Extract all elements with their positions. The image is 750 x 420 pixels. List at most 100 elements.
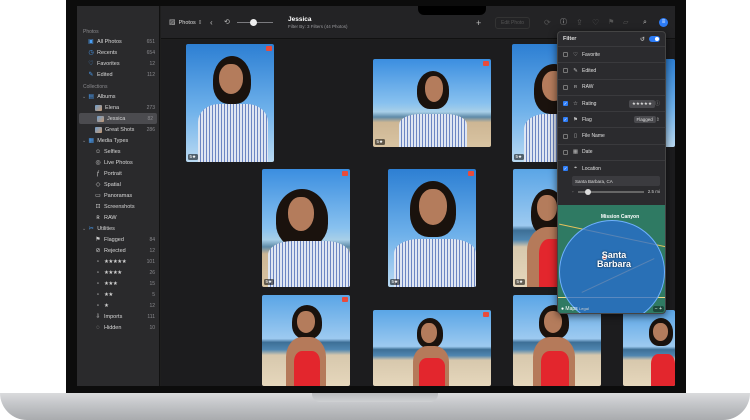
sidebar-item-recents[interactable]: ◷ Recents 654 [77, 47, 159, 58]
legal-link[interactable]: Legal [579, 306, 589, 311]
sidebar-item-rejected[interactable]: ⊘ Rejected 12 [77, 245, 159, 256]
radius-slider-knob[interactable] [584, 188, 591, 195]
sidebar-item-four-stars[interactable]: ▫ ★★★★ 26 [77, 267, 159, 278]
filter-row-label: Flag [582, 116, 592, 123]
sidebar-item-favorites[interactable]: ♡ Favorites 12 [77, 58, 159, 69]
photo-thumbnail[interactable] [262, 295, 350, 386]
sidebar-item-elena[interactable]: Elena 273 [77, 102, 159, 113]
flag-icon: ⚑ [573, 116, 578, 123]
sidebar-item-count: 5 [152, 291, 155, 298]
sidebar-item-three-stars[interactable]: ▫ ★★★ 15 [77, 278, 159, 289]
filter-row-edited[interactable]: ✎ Edited [558, 62, 665, 78]
face-shape [653, 323, 668, 341]
sidebar-item-jessica[interactable]: Jessica 82 [79, 113, 157, 124]
zoom-slider[interactable] [237, 6, 273, 39]
photo-thumbnail[interactable] [373, 310, 491, 386]
sidebar-item-spatial[interactable]: ◇ Spatial [77, 179, 159, 190]
face-shape [537, 195, 557, 221]
sidebar-item-count: 26 [149, 269, 155, 276]
filter-checkbox[interactable] [563, 68, 568, 74]
filter-checkbox[interactable] [563, 84, 568, 90]
edit-photo-button[interactable]: Edit Photo [495, 6, 531, 39]
filter-checkbox[interactable]: ✓ [563, 117, 568, 123]
rating-badge: 5★ [390, 279, 400, 285]
filter-checkbox[interactable]: ✓ [563, 166, 568, 172]
photo-thumbnail[interactable]: 5★ [262, 169, 350, 287]
sidebar-item-live-photos[interactable]: ◎ Live Photos [77, 157, 159, 168]
sidebar-item-screenshots[interactable]: ⊡ Screenshots [77, 201, 159, 212]
sidebar-item-portrait[interactable]: ƒ Portrait [77, 168, 159, 179]
chevron-down-icon: ⌄ [82, 93, 87, 100]
sidebar-item-raw[interactable]: ʀ RAW [77, 212, 159, 223]
filter-row-label: Date [582, 149, 593, 156]
filter-row-label: File Name [582, 133, 605, 140]
sidebar-item-edited[interactable]: ✎ Edited 112 [77, 69, 159, 80]
filter-checkbox[interactable] [563, 52, 568, 58]
library-picker[interactable]: ▨ Photos ⇕ [169, 6, 202, 39]
selfie-icon: ☺ [95, 148, 102, 155]
sidebar-item-count: 84 [149, 236, 155, 243]
filter-row-flag[interactable]: ✓ ⚑ Flag Flagged ⇕ [558, 111, 665, 127]
info-icon[interactable]: ⓘ [655, 100, 660, 107]
face-shape [219, 64, 243, 94]
filter-row-favorite[interactable]: ♡ Favorite [558, 46, 665, 62]
sidebar-item-two-stars[interactable]: ▫ ★★ 5 [77, 289, 159, 300]
photo-thumbnail[interactable]: 5★ [186, 44, 274, 162]
heart-icon: ♡ [592, 17, 600, 27]
edit-icon: ✎ [573, 67, 578, 74]
minus-circle-icon: ◦ [572, 189, 574, 195]
zoom-slider-knob[interactable] [250, 18, 258, 26]
sidebar-item-panoramas[interactable]: ▭ Panoramas [77, 190, 159, 201]
filter-checkbox[interactable]: ✓ [563, 101, 568, 107]
sidebar-item-flagged[interactable]: ⚑ Flagged 84 [77, 234, 159, 245]
filter-checkbox[interactable] [563, 149, 568, 155]
map-zoom-controls[interactable]: − + [652, 306, 664, 312]
sidebar-item-one-star[interactable]: ▫ ★ 12 [77, 300, 159, 311]
sidebar-item-label: Favorites [97, 60, 120, 67]
location-map[interactable]: Mission Canyon Santa Barbara ● Maps Lega… [558, 205, 665, 313]
filter-subtitle: Filter By: 3 Filters (44 Photos) [288, 24, 348, 29]
sidebar-item-count: 101 [146, 258, 155, 265]
sidebar-item-great-shots[interactable]: Great Shots 286 [77, 124, 159, 135]
sidebar-item-count: 12 [149, 60, 155, 67]
sidebar-group-albums[interactable]: ⌄ ▤ Albums [77, 91, 159, 102]
reset-icon[interactable]: ↺ [640, 36, 645, 43]
rotate-button[interactable]: ⟳ [544, 6, 551, 39]
filter-panel-title: Filter [563, 36, 577, 42]
sidebar-item-imports[interactable]: ⇩ Imports 111 [77, 311, 159, 322]
import-icon: ⇩ [95, 313, 101, 320]
filter-checkbox[interactable] [563, 133, 568, 139]
sidebar-group-utilities[interactable]: ⌄ ✂ Utilities [77, 223, 159, 234]
filter-row-raw[interactable]: ʀ RAW [558, 78, 665, 95]
filter-row-file-name[interactable]: ▯ File Name [558, 127, 665, 143]
sidebar-group-media-types[interactable]: ⌄ ▦ Media Types [77, 135, 159, 146]
photo-thumbnail[interactable]: 5★ [388, 169, 476, 287]
filter-row-location[interactable]: ✓ ⌖ Location [558, 160, 665, 176]
rating-badge: 5★ [515, 279, 525, 285]
sidebar-item-hidden[interactable]: ◌ Hidden 10 [77, 322, 159, 333]
filter-toggle[interactable] [649, 36, 660, 42]
maps-label: Maps [565, 306, 578, 312]
sidebar-item-label: ★★★★ [104, 269, 122, 276]
rating-icon: ▫ [96, 280, 100, 287]
rating-icon: ▫ [96, 291, 100, 298]
filter-row-rating[interactable]: ✓ ☆ Rating ★★★★★ ⓘ [558, 94, 665, 111]
face-shape [425, 76, 443, 102]
radius-slider[interactable] [577, 188, 644, 195]
photo-thumbnail[interactable] [623, 310, 675, 386]
filter-icon: ≡ [659, 18, 668, 27]
rotate-icon: ⟳ [544, 17, 551, 27]
back-button[interactable]: ‹ [210, 6, 213, 39]
laptop-opening-notch [312, 393, 438, 402]
location-input[interactable]: Santa Barbara, CA [572, 176, 660, 187]
photo-thumbnail[interactable]: 5★ [373, 59, 491, 147]
flag-dropdown[interactable]: Flagged [633, 116, 656, 124]
rating-icon: ▫ [96, 302, 100, 309]
rating-stars[interactable]: ★★★★★ [628, 99, 655, 108]
sidebar-item-all-photos[interactable]: ▣ All Photos 651 [77, 36, 159, 47]
filter-row-date[interactable]: ▦ Date [558, 143, 665, 160]
info-icon: ⓘ [560, 18, 567, 26]
slideshow-button[interactable]: ⟲ [224, 6, 230, 39]
sidebar-item-selfies[interactable]: ☺ Selfies [77, 146, 159, 157]
sidebar-item-five-stars[interactable]: ▫ ★★★★★ 101 [77, 256, 159, 267]
